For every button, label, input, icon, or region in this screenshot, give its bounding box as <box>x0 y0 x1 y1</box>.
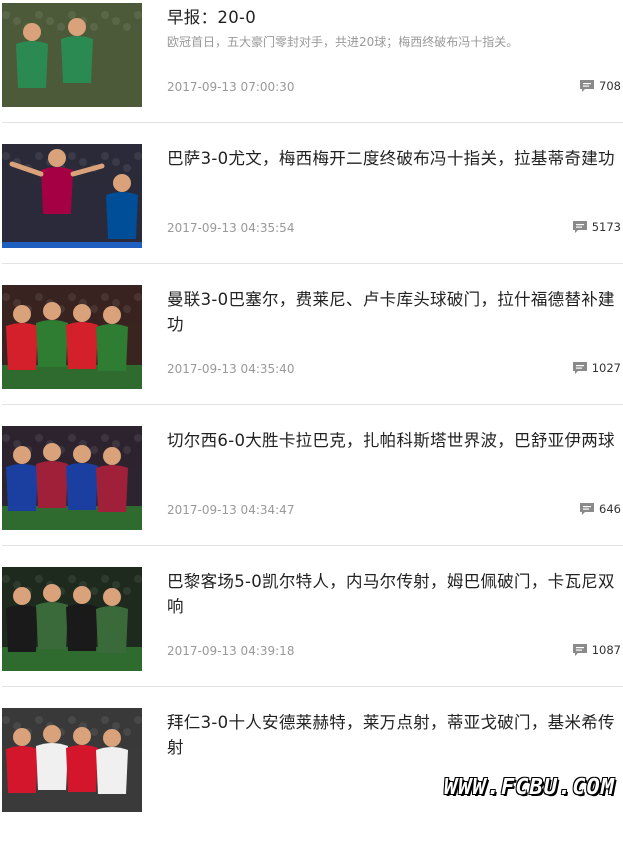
news-timestamp: 2017-09-13 04:39:18 <box>167 644 295 658</box>
news-title-link[interactable]: 曼联3-0巴塞尔，费莱尼、卢卡库头球破门，拉什福德替补建功 <box>167 287 617 337</box>
news-summary: 欧冠首日，五大豪门零封对手，共进20球；梅西终破布冯十指关。 <box>167 35 519 49</box>
comment-count: 1027 <box>591 361 621 375</box>
comment-count: 646 <box>599 502 621 516</box>
news-item[interactable]: 巴黎客场5-0凯尔特人，内马尔传射，姆巴佩破门，卡瓦尼双响 2017-09-13 … <box>0 564 623 705</box>
news-title-link[interactable]: 巴萨3-0尤文，梅西梅开二度终破布冯十指关，拉基蒂奇建功 <box>167 146 617 171</box>
item-divider <box>2 686 623 687</box>
item-divider <box>2 122 623 123</box>
news-timestamp: 2017-09-13 04:35:40 <box>167 362 295 376</box>
comment-count: 5173 <box>591 220 621 234</box>
comment-count-link[interactable]: 708 <box>579 78 621 94</box>
comment-bubble-icon <box>572 643 588 657</box>
comment-bubble-icon <box>572 220 588 234</box>
news-title-link[interactable]: 早报：20-0 <box>167 5 617 30</box>
item-divider <box>2 545 623 546</box>
news-item[interactable]: 早报：20-0 欧冠首日，五大豪门零封对手，共进20球；梅西终破布冯十指关。 201… <box>0 0 623 141</box>
item-divider <box>2 263 623 264</box>
comment-count: 708 <box>599 79 621 93</box>
comment-bubble-icon <box>572 361 588 375</box>
bayern-players-thumbnail[interactable] <box>2 708 142 812</box>
site-watermark: WWW.FCBU.COM <box>444 775 615 800</box>
messi-celebration-thumbnail[interactable] <box>2 144 142 248</box>
man-united-players-thumbnail[interactable] <box>2 285 142 389</box>
news-item[interactable]: 曼联3-0巴塞尔，费莱尼、卢卡库头球破门，拉什福德替补建功 2017-09-13 … <box>0 282 623 423</box>
psg-neymar-thumbnail[interactable] <box>2 567 142 671</box>
news-item[interactable]: 切尔西6-0大胜卡拉巴克，扎帕科斯塔世界波，巴舒亚伊两球 2017-09-13 0… <box>0 423 623 564</box>
item-divider <box>2 404 623 405</box>
comment-count-link[interactable]: 1027 <box>572 360 621 376</box>
chelsea-players-thumbnail[interactable] <box>2 426 142 530</box>
news-item[interactable]: 巴萨3-0尤文，梅西梅开二度终破布冯十指关，拉基蒂奇建功 2017-09-13 0… <box>0 141 623 282</box>
news-title-link[interactable]: 巴黎客场5-0凯尔特人，内马尔传射，姆巴佩破门，卡瓦尼双响 <box>167 569 617 619</box>
news-title-link[interactable]: 切尔西6-0大胜卡拉巴克，扎帕科斯塔世界波，巴舒亚伊两球 <box>167 428 617 453</box>
news-timestamp: 2017-09-13 04:34:47 <box>167 503 295 517</box>
news-title-link[interactable]: 拜仁3-0十人安德莱赫特，莱万点射，蒂亚戈破门，基米希传射 <box>167 710 617 760</box>
comment-count-link[interactable]: 1087 <box>572 642 621 658</box>
news-timestamp: 2017-09-13 04:35:54 <box>167 221 295 235</box>
comment-bubble-icon <box>579 502 595 516</box>
news-timestamp: 2017-09-13 07:00:30 <box>167 80 295 94</box>
comment-count-link[interactable]: 646 <box>579 501 621 517</box>
comment-bubble-icon <box>579 79 595 93</box>
comment-count-link[interactable]: 5173 <box>572 219 621 235</box>
buffon-embrace-thumbnail[interactable] <box>2 3 142 107</box>
comment-count: 1087 <box>591 643 621 657</box>
